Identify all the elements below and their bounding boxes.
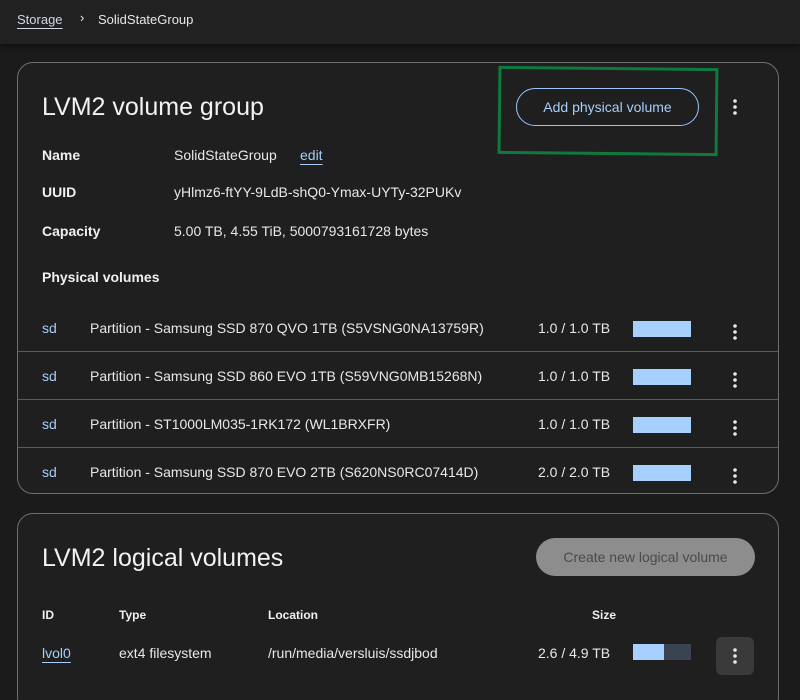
kebab-menu-icon[interactable] — [716, 637, 754, 675]
pv-description: Partition - Samsung SSD 870 QVO 1TB (S5V… — [90, 320, 484, 336]
lv-size: 2.6 / 4.9 TB — [538, 645, 611, 661]
usage-bar — [633, 644, 691, 660]
pv-size: 2.0 / 2.0 TB — [538, 464, 611, 480]
kebab-menu-icon[interactable] — [723, 317, 747, 347]
usage-bar-fill — [633, 417, 691, 433]
usage-bar-fill — [633, 321, 691, 337]
breadcrumb-current: SolidStateGroup — [98, 12, 194, 27]
usage-bar — [633, 465, 691, 481]
pv-device-link[interactable]: sd — [42, 368, 56, 384]
breadcrumb-storage-link[interactable]: Storage — [17, 12, 63, 27]
create-logical-volume-button[interactable]: Create new logical volume — [536, 538, 755, 576]
volume-group-title: LVM2 volume group — [42, 93, 264, 121]
kebab-menu-icon[interactable] — [723, 413, 747, 443]
logical-volumes-title: LVM2 logical volumes — [42, 544, 284, 572]
name-label: Name — [42, 147, 81, 163]
physical-volumes-heading: Physical volumes — [42, 269, 160, 285]
pv-description: Partition - Samsung SSD 870 EVO 2TB (S62… — [90, 464, 479, 480]
kebab-menu-icon[interactable] — [723, 461, 747, 491]
pv-description: Partition - ST1000LM035-1RK172 (WL1BRXFR… — [90, 416, 391, 432]
pv-device-link[interactable]: sd — [42, 320, 56, 336]
column-header-id: ID — [42, 608, 54, 622]
volume-group-card: LVM2 volume group Add physical volume Na… — [17, 62, 779, 494]
uuid-value: yHlmz6-ftYY-9LdB-shQ0-Ymax-UYTy-32PUKv — [174, 184, 462, 200]
pv-description: Partition - Samsung SSD 860 EVO 1TB (S59… — [90, 368, 483, 384]
usage-bar — [633, 321, 691, 337]
list-item: sd Partition - Samsung SSD 870 QVO 1TB (… — [18, 304, 778, 352]
list-item: sd Partition - Samsung SSD 860 EVO 1TB (… — [18, 352, 778, 400]
lv-id-link[interactable]: lvol0 — [42, 645, 71, 661]
column-header-size: Size — [592, 608, 617, 622]
lv-type: ext4 filesystem — [119, 645, 212, 661]
capacity-label: Capacity — [42, 223, 101, 239]
column-header-location: Location — [268, 608, 318, 622]
name-value: SolidStateGroup — [174, 147, 277, 163]
usage-bar-fill — [633, 369, 691, 385]
logical-volumes-card: LVM2 logical volumes Create new logical … — [17, 513, 779, 700]
pv-device-link[interactable]: sd — [42, 464, 56, 480]
list-item: sd Partition - Samsung SSD 870 EVO 2TB (… — [18, 448, 778, 496]
add-physical-volume-button[interactable]: Add physical volume — [516, 88, 699, 126]
uuid-label: UUID — [42, 184, 77, 200]
kebab-menu-icon[interactable] — [723, 92, 747, 122]
usage-bar — [633, 369, 691, 385]
pv-device-link[interactable]: sd — [42, 416, 56, 432]
list-item: sd Partition - ST1000LM035-1RK172 (WL1BR… — [18, 400, 778, 448]
pv-size: 1.0 / 1.0 TB — [538, 368, 611, 384]
breadcrumb: Storage › SolidStateGroup — [0, 0, 800, 44]
usage-bar — [633, 417, 691, 433]
pv-size: 1.0 / 1.0 TB — [538, 416, 611, 432]
chevron-right-icon: › — [80, 10, 85, 25]
pv-size: 1.0 / 1.0 TB — [538, 320, 611, 336]
kebab-menu-icon[interactable] — [723, 365, 747, 395]
usage-bar-fill — [633, 644, 664, 660]
capacity-value: 5.00 TB, 4.55 TiB, 5000793161728 bytes — [174, 223, 429, 239]
edit-name-link[interactable]: edit — [300, 147, 323, 163]
column-header-type: Type — [119, 608, 147, 622]
usage-bar-fill — [633, 465, 691, 481]
lv-location: /run/media/versluis/ssdjbod — [268, 645, 438, 661]
